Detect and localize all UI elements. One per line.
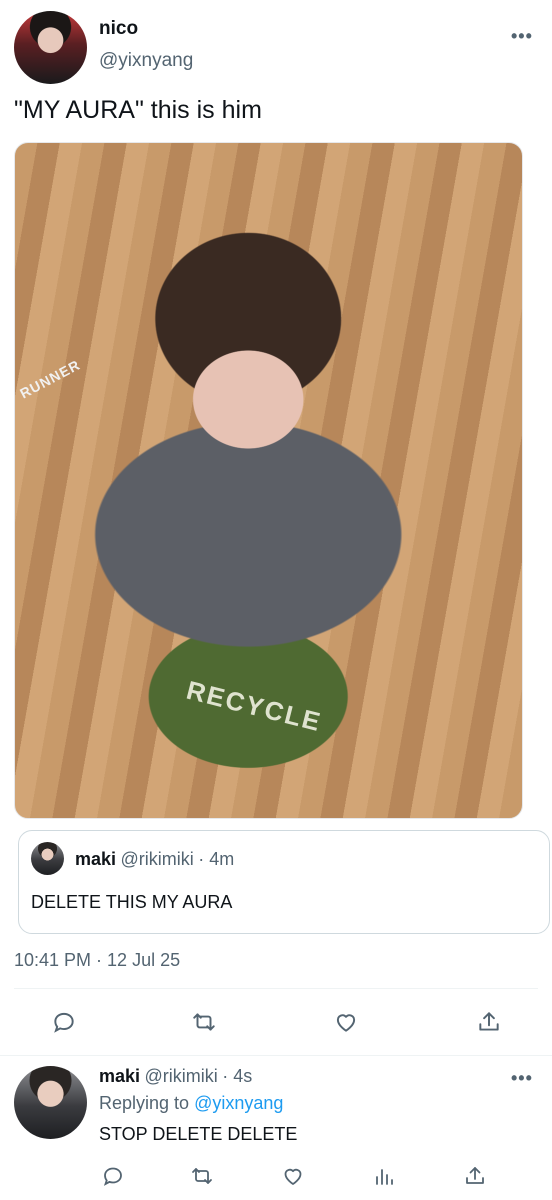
reply-retweet-icon[interactable] [188,1162,216,1190]
reply-text: STOP DELETE DELETE [99,1124,298,1144]
quoted-tweet[interactable]: maki @rikimiki · 4m DELETE THIS MY AURA [18,830,550,934]
author-handle[interactable]: @yixnyang [99,50,193,72]
quoted-time: · 4m [198,849,235,869]
replying-to-label: Replying to [99,1093,190,1113]
reply-reply-icon[interactable] [99,1162,127,1190]
reply-share-icon[interactable] [461,1162,489,1190]
tweet-image[interactable]: RUNNER RECYCLE [14,142,523,819]
reply-icon[interactable] [50,1008,78,1036]
reply-avatar[interactable] [14,1066,87,1139]
reply-author-handle[interactable]: @rikimiki [144,1066,217,1086]
reply-more-icon[interactable]: ••• [511,1068,533,1089]
image-chair-back-text: RUNNER [17,356,83,402]
image-hoodie-text: RECYCLE [183,674,325,738]
tweet-timestamp[interactable]: 10:41 PM · 12 Jul 25 [14,950,180,971]
quoted-avatar [31,842,64,875]
divider-bottom [0,1055,552,1056]
divider-top [14,988,538,989]
quoted-handle: @rikimiki [120,849,194,869]
replying-to-link[interactable]: @yixnyang [194,1093,283,1113]
author-avatar[interactable] [14,11,87,84]
quoted-name: maki [75,849,117,869]
tweet-text: "MY AURA" this is him [14,96,262,124]
reply-time: · 4s [222,1066,253,1086]
reply-author-name[interactable]: maki [99,1066,140,1086]
retweet-icon[interactable] [190,1008,218,1036]
quoted-text: DELETE THIS MY AURA [31,892,233,912]
reply-views-icon[interactable] [370,1162,398,1190]
more-icon[interactable]: ••• [511,26,533,47]
reply-like-icon[interactable] [279,1162,307,1190]
like-icon[interactable] [332,1008,360,1036]
author-name[interactable]: nico [99,18,138,40]
replying-to-line: Replying to @yixnyang [99,1093,283,1114]
share-icon[interactable] [475,1008,503,1036]
